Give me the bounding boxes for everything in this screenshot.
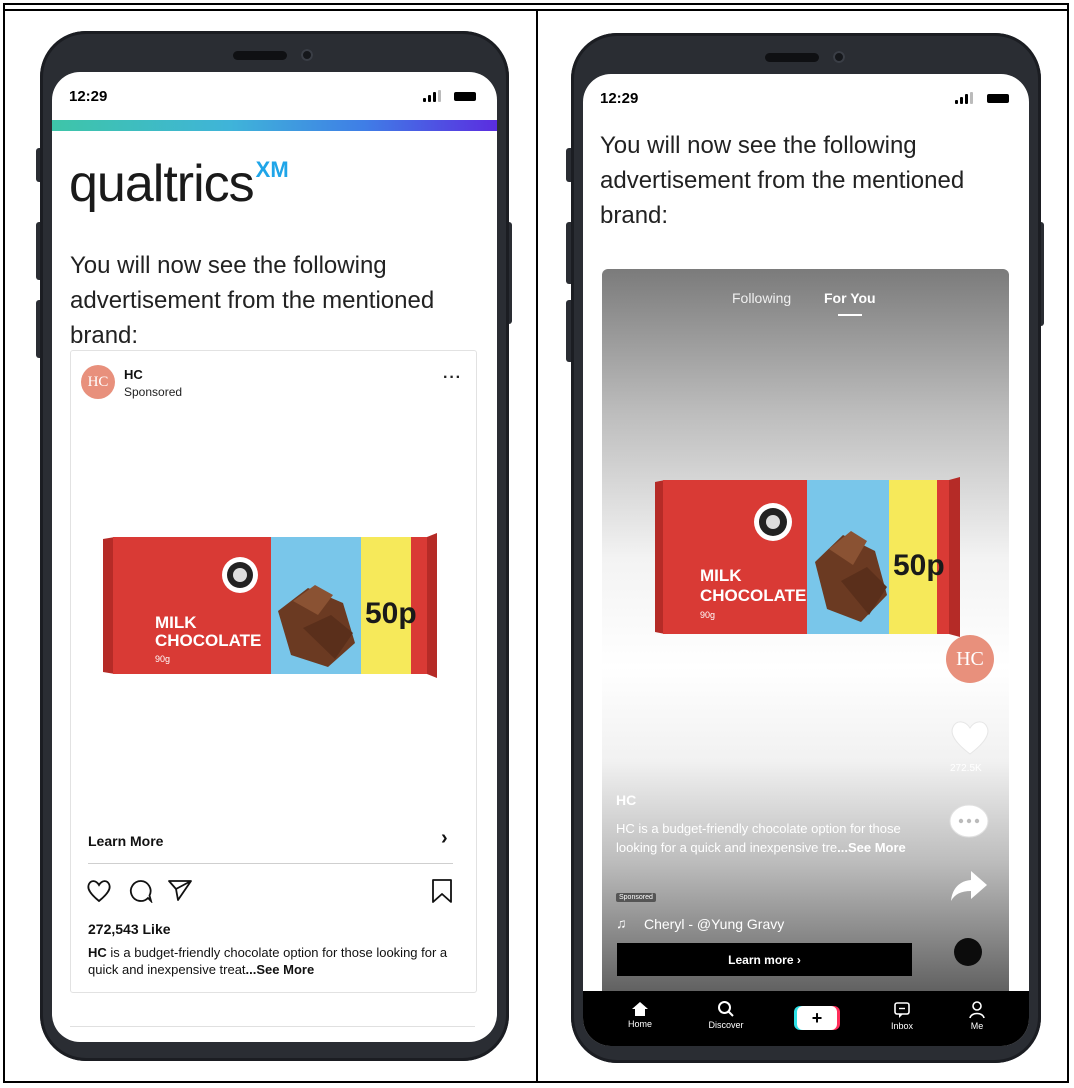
product-price: 50p xyxy=(365,597,417,630)
like-count: 272,543 Like xyxy=(88,921,171,937)
battery-icon xyxy=(454,92,476,101)
author-handle[interactable]: HC xyxy=(616,791,636,810)
product-line2-right: CHOCOLATE xyxy=(700,586,806,605)
tab-underline xyxy=(838,314,862,316)
learn-more-button[interactable]: Learn more › xyxy=(617,943,912,976)
status-time: 12:29 xyxy=(69,88,108,105)
left-phone-screen: 12:29 qualtricsXM You will now see the f… xyxy=(52,72,497,1042)
tab-following[interactable]: Following xyxy=(732,290,791,306)
creator-avatar[interactable]: HC xyxy=(946,635,994,683)
left-phone-camera xyxy=(301,49,313,61)
battery-icon-right xyxy=(987,94,1009,103)
xm-superscript: XM xyxy=(255,157,289,182)
center-divider xyxy=(536,9,538,1083)
product-weight: 90g xyxy=(155,654,170,664)
right-phone-screen: 12:29 You will now see the following adv… xyxy=(583,74,1029,1046)
chevron-right-icon[interactable]: › xyxy=(441,827,448,850)
comment-icon[interactable] xyxy=(129,879,153,903)
nav-home[interactable]: Home xyxy=(613,1001,667,1029)
left-phone-speaker xyxy=(233,51,287,60)
share-icon[interactable] xyxy=(167,878,193,902)
profile-icon xyxy=(969,1001,985,1019)
inbox-icon xyxy=(894,1002,910,1018)
learn-more-divider xyxy=(88,863,453,864)
caption-brand: HC xyxy=(88,945,107,960)
bookmark-icon[interactable] xyxy=(431,878,453,904)
status-time-right: 12:29 xyxy=(600,90,639,107)
chocolate-bar-image-right: MILK CHOCOLATE 90g 50p xyxy=(655,477,960,637)
create-plus-button[interactable]: + xyxy=(797,1006,837,1030)
qualtrics-logo: qualtricsXM xyxy=(69,155,289,213)
comment-bubble-icon[interactable] xyxy=(948,803,990,841)
product-line2: CHOCOLATE xyxy=(155,631,261,650)
brand-name[interactable]: HC xyxy=(124,367,143,382)
sponsored-label: Sponsored xyxy=(124,385,183,399)
chocolate-bar-image: MILK CHOCOLATE 90g 50p xyxy=(103,533,437,678)
bottom-divider xyxy=(70,1026,475,1027)
product-line1-right: MILK xyxy=(700,566,742,585)
home-icon xyxy=(632,1002,648,1016)
caption-see-more[interactable]: ...See More xyxy=(246,962,315,977)
search-icon xyxy=(718,1001,734,1017)
music-note-icon: ♫ xyxy=(616,915,627,931)
right-phone-camera xyxy=(833,51,845,63)
tab-for-you[interactable]: For You xyxy=(824,290,876,306)
like-count-right: 272.5K xyxy=(950,763,982,774)
nav-discover[interactable]: Discover xyxy=(696,1000,756,1030)
music-title[interactable]: Cheryl - @Yung Gravy xyxy=(644,915,784,934)
nav-me[interactable]: Me xyxy=(957,1001,997,1031)
product-weight-right: 90g xyxy=(700,610,715,620)
product-line1: MILK xyxy=(155,613,197,632)
intro-text-right: You will now see the following advertise… xyxy=(600,132,965,229)
bottom-navigation: Home Discover + Inbox Me xyxy=(583,991,1029,1046)
product-price-right: 50p xyxy=(893,549,945,582)
right-phone-speaker xyxy=(765,53,819,62)
nav-inbox[interactable]: Inbox xyxy=(875,1001,929,1031)
more-options-icon[interactable]: ··· xyxy=(443,369,462,387)
intro-text: You will now see the following advertise… xyxy=(70,252,435,349)
instagram-post: HC HC Sponsored ··· MILK CHOCOLATE 90g 5… xyxy=(70,350,477,993)
brand-gradient-bar xyxy=(52,120,497,131)
like-heart-icon[interactable] xyxy=(949,719,991,757)
signal-icon-right xyxy=(955,92,973,104)
brand-avatar[interactable]: HC xyxy=(81,365,115,399)
signal-icon xyxy=(423,90,441,102)
music-disc-icon[interactable] xyxy=(954,938,982,966)
caption-see-more-right[interactable]: ...See More xyxy=(837,840,906,855)
video-caption: HC is a budget-friendly chocolate option… xyxy=(616,821,906,855)
post-caption: HC is a budget-friendly chocolate option… xyxy=(88,944,463,978)
heart-icon[interactable] xyxy=(86,879,112,903)
share-arrow-icon[interactable] xyxy=(949,869,989,903)
sponsored-badge: Sponsored xyxy=(616,893,656,902)
learn-more-link[interactable]: Learn More xyxy=(88,833,163,849)
